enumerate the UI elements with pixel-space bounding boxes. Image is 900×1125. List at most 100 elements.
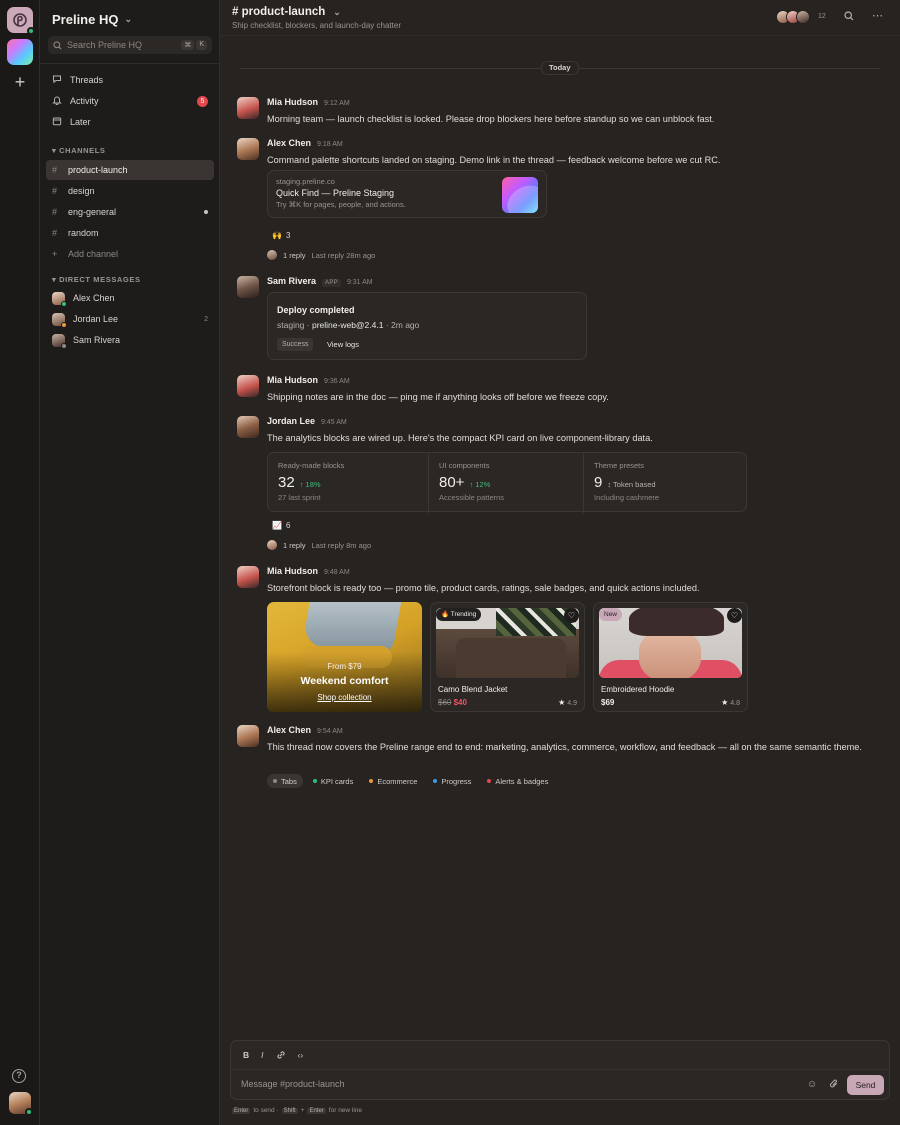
- more-icon[interactable]: ⋯: [872, 9, 883, 22]
- workspace-preline-icon[interactable]: [7, 7, 35, 35]
- author-name[interactable]: Mia Hudson: [267, 97, 318, 107]
- message-header: Mia Hudson 9:48 AM: [267, 566, 350, 576]
- message-header: Alex Chen 9:54 AM: [267, 725, 343, 735]
- channel-eng-general[interactable]: # eng-general: [46, 202, 214, 222]
- nav-later[interactable]: Later: [46, 112, 214, 132]
- italic-button[interactable]: I: [261, 1050, 263, 1062]
- avatar[interactable]: [237, 416, 259, 438]
- author-name[interactable]: Jordan Lee: [267, 416, 315, 426]
- reaction[interactable]: 🙌 3: [267, 227, 295, 243]
- chip-ecommerce[interactable]: Ecommerce: [363, 774, 423, 788]
- avatar[interactable]: [237, 725, 259, 747]
- help-icon[interactable]: ?: [12, 1069, 26, 1083]
- bold-button[interactable]: B: [243, 1050, 249, 1062]
- topic-chips: Tabs KPI cards Ecommerce Progress Alerts…: [267, 774, 554, 788]
- avatar[interactable]: [237, 138, 259, 160]
- workspace-gradient-icon[interactable]: [7, 39, 33, 65]
- author-name[interactable]: Alex Chen: [267, 138, 311, 148]
- avatar: [52, 312, 67, 328]
- timestamp: 9:18 AM: [317, 141, 343, 148]
- current-user-avatar[interactable]: [9, 1092, 33, 1116]
- member-count: 12: [818, 13, 826, 20]
- product-card[interactable]: 🔥 Trending ♡ Camo Blend Jacket $60 $40 ★…: [430, 602, 585, 712]
- send-button[interactable]: Send: [847, 1075, 884, 1095]
- promo-title: Weekend comfort: [300, 675, 389, 687]
- channel-title[interactable]: # product-launch ⌄: [232, 6, 341, 18]
- channels-heading[interactable]: ▾ CHANNELS: [52, 146, 106, 155]
- avatar[interactable]: [237, 276, 259, 298]
- workspace-switcher[interactable]: Preline HQ ⌄: [52, 12, 132, 27]
- dm-jordan-lee[interactable]: Jordan Lee 2: [46, 309, 214, 329]
- message-header: Jordan Lee 9:45 AM: [267, 416, 347, 426]
- last-reply: Last reply 28m ago: [311, 250, 376, 260]
- author-name[interactable]: Alex Chen: [267, 725, 311, 735]
- code-icon[interactable]: ‹›: [298, 1050, 304, 1062]
- chip-kpi-cards[interactable]: KPI cards: [307, 774, 360, 788]
- unread-dot: [204, 210, 208, 214]
- search-icon[interactable]: [844, 11, 854, 24]
- chip-tabs[interactable]: Tabs: [267, 774, 303, 788]
- reaction-count: 3: [285, 230, 291, 240]
- shop-collection-link[interactable]: Shop collection: [267, 693, 422, 702]
- channel-random[interactable]: # random: [46, 223, 214, 243]
- message-text: Command palette shortcuts landed on stag…: [267, 155, 721, 165]
- member-avatars[interactable]: [776, 10, 810, 24]
- price: $69: [601, 698, 615, 707]
- author-name[interactable]: Mia Hudson: [267, 566, 318, 576]
- reaction[interactable]: 📈 6: [267, 517, 295, 533]
- channel-label: product-launch: [68, 165, 128, 175]
- avatar[interactable]: [237, 97, 259, 119]
- search-box[interactable]: Search Preline HQ ⌘ K: [48, 36, 212, 54]
- nav-activity[interactable]: Activity 5: [46, 91, 214, 111]
- link-title: Quick Find — Preline Staging: [276, 188, 395, 198]
- format-toolbar: B I ‹›: [243, 1050, 303, 1062]
- dms-heading[interactable]: ▾ DIRECT MESSAGES: [52, 275, 141, 284]
- chip-label: Alerts & badges: [495, 776, 549, 786]
- link-host: staging.preline.co: [276, 177, 335, 186]
- kpi-delta-value: 18%: [305, 480, 321, 489]
- dm-alex-chen[interactable]: Alex Chen: [46, 288, 214, 308]
- chip-progress[interactable]: Progress: [427, 774, 477, 788]
- kpi-ready-made-blocks: Ready-made blocks 32 ↑ 18% 27 last sprint: [268, 453, 423, 513]
- day-divider: Today: [541, 61, 579, 75]
- sale-price: $40: [453, 698, 467, 707]
- deploy-package: preline-web@2.4.1: [311, 320, 384, 330]
- thread-replies[interactable]: 1 reply Last reply 8m ago: [267, 540, 371, 550]
- link-icon[interactable]: [276, 1050, 286, 1062]
- avatar[interactable]: [237, 375, 259, 397]
- link-preview[interactable]: staging.preline.co Quick Find — Preline …: [267, 170, 547, 218]
- kpi-sub: Including cashmere: [594, 493, 660, 502]
- message-input[interactable]: Message #product-launch: [241, 1079, 345, 1089]
- promo-tile[interactable]: From $79 Weekend comfort Shop collection: [267, 602, 422, 712]
- heart-icon[interactable]: ♡: [727, 608, 742, 623]
- nav-threads[interactable]: Threads: [46, 70, 214, 90]
- author-name[interactable]: Sam Rivera: [267, 276, 316, 286]
- rating-value: 4.9: [567, 700, 577, 707]
- add-workspace-icon[interactable]: +: [7, 70, 33, 96]
- avatar[interactable]: [237, 566, 259, 588]
- attachment-icon[interactable]: [829, 1079, 839, 1092]
- calendar-icon: [52, 116, 62, 129]
- star-icon: ★: [721, 698, 729, 707]
- nav-activity-label: Activity: [70, 96, 99, 106]
- message-text: The analytics blocks are wired up. Here'…: [267, 433, 653, 443]
- dm-label: Sam Rivera: [73, 335, 121, 345]
- channel-design[interactable]: # design: [46, 181, 214, 201]
- product-card[interactable]: New ♡ Embroidered Hoodie $69 ★ 4.8: [593, 602, 748, 712]
- add-channel-button[interactable]: + Add channel: [46, 244, 214, 264]
- chip-alerts-badges[interactable]: Alerts & badges: [481, 774, 554, 788]
- chip-label: KPI cards: [320, 776, 354, 786]
- message-text: Storefront block is ready too — promo ti…: [267, 583, 700, 593]
- channel-title-label: # product-launch: [232, 6, 326, 18]
- kpi-value: 32: [278, 474, 295, 491]
- kpi-ui-components: UI components 80+ ↑ 12% Accessible patter…: [428, 453, 583, 513]
- kpi-delta: ↑ 18%: [299, 480, 321, 489]
- thread-replies[interactable]: 1 reply Last reply 28m ago: [267, 250, 375, 260]
- emoji-icon[interactable]: ☺: [807, 1079, 817, 1090]
- kpi-value: 80+: [439, 474, 465, 491]
- author-name[interactable]: Mia Hudson: [267, 375, 318, 385]
- view-logs-button[interactable]: View logs: [327, 338, 359, 351]
- dm-sam-rivera[interactable]: Sam Rivera: [46, 330, 214, 350]
- channel-product-launch[interactable]: # product-launch: [46, 160, 214, 180]
- heart-icon[interactable]: ♡: [564, 608, 579, 623]
